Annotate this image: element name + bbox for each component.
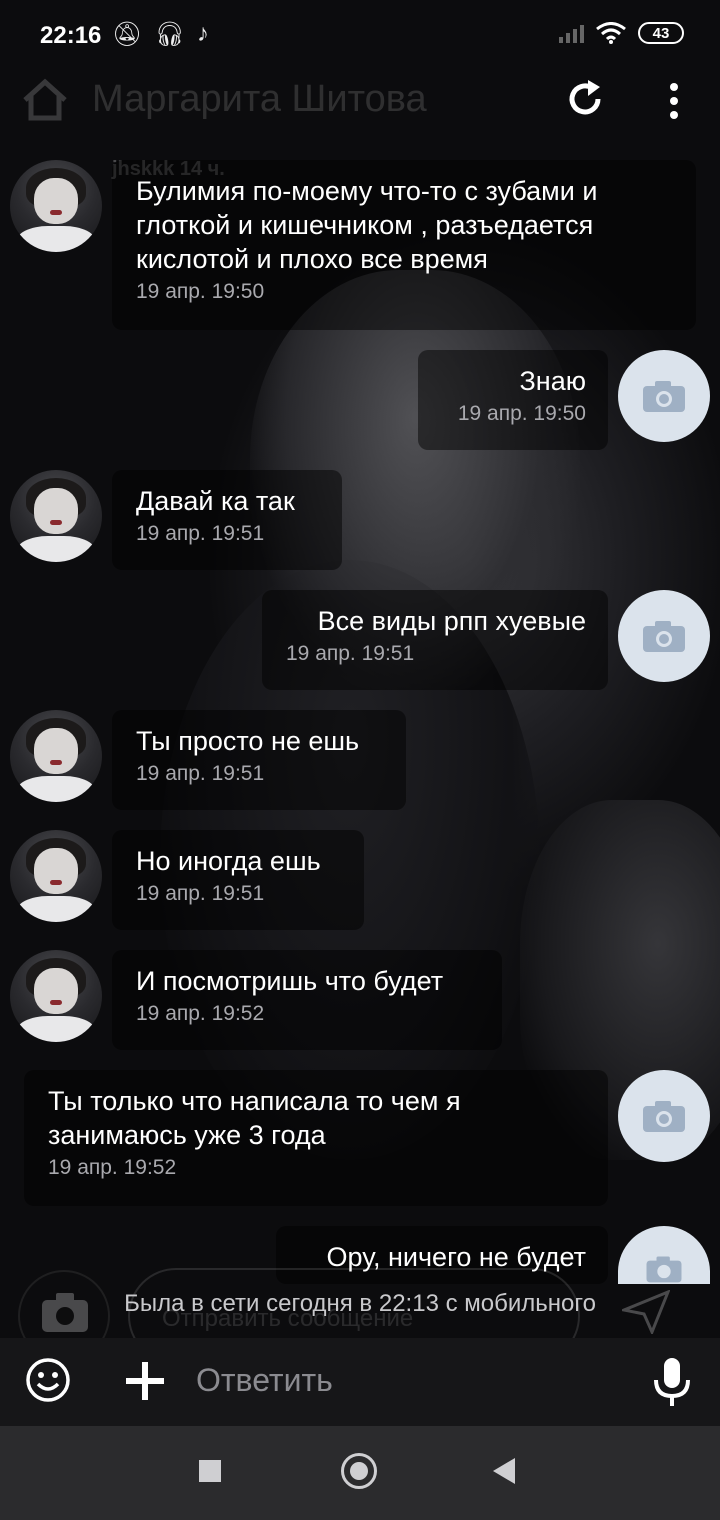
message-bubble-outgoing[interactable]: Ты только что написала то чем я занимаюс… [24, 1070, 608, 1206]
message-bubble-incoming[interactable]: Булимия по-моему что-то с зубами и глотк… [112, 160, 696, 330]
mute-bell-icon: 🔕︎ [112, 21, 143, 48]
message-time: 19 апр. 19:51 [136, 882, 265, 905]
attach-plus-icon[interactable] [124, 1360, 166, 1402]
camera-icon [646, 1256, 682, 1283]
message-time: 19 апр. 19:51 [286, 642, 415, 665]
message-bubble-outgoing[interactable]: Все виды рпп хуевые 19 апр. 19:51 [262, 590, 608, 690]
last-seen-status: Была в сети сегодня в 22:13 с мобильного [124, 1290, 596, 1317]
back-icon[interactable] [493, 1458, 515, 1484]
message-text: И посмотришь что будет [136, 966, 444, 996]
camera-icon [643, 381, 685, 412]
contact-avatar[interactable] [10, 160, 102, 252]
message-text: занимаюсь уже 3 года [48, 1120, 326, 1150]
message-text: Ты только что написала то чем я [48, 1086, 461, 1116]
status-bar: 22:16 🔕︎ 🎧︎ ♪ 43 [0, 0, 720, 70]
system-nav-bar [0, 1426, 720, 1520]
message-time: 19 апр. 19:50 [457, 402, 586, 425]
message-text: Давай ка так [136, 486, 295, 516]
chat-title: Маргарита Шитова [92, 78, 427, 120]
status-time: 22:16 [40, 22, 102, 49]
message-bubble-outgoing[interactable]: Знаю 19 апр. 19:50 [418, 350, 608, 450]
message-text: Знаю [519, 366, 587, 396]
battery-indicator: 43 [638, 22, 684, 44]
message-time: 19 апр. 19:50 [136, 280, 265, 303]
microphone-icon[interactable] [652, 1356, 692, 1408]
contact-avatar[interactable] [10, 710, 102, 802]
headphones-icon: 🎧︎ [154, 21, 185, 48]
user-avatar-placeholder[interactable] [618, 350, 710, 442]
user-avatar-placeholder[interactable] [618, 1070, 710, 1162]
compose-bar: Ответить [0, 1338, 720, 1426]
reply-input[interactable]: Ответить [196, 1362, 333, 1399]
recent-apps-icon[interactable] [199, 1460, 221, 1482]
message-time: 19 апр. 19:51 [136, 762, 265, 785]
message-text: Булимия по-моему что-то с зубами и [136, 176, 598, 206]
message-text: глоткой и кишечником , разъедается [136, 210, 594, 240]
message-text: кислотой и плохо все время [136, 244, 488, 274]
message-bubble-incoming[interactable]: Ты просто не ешь 19 апр. 19:51 [112, 710, 406, 810]
message-text: Ты просто не ешь [136, 726, 360, 756]
more-options-icon[interactable] [663, 80, 685, 120]
message-time: 19 апр. 19:52 [136, 1002, 265, 1025]
contact-avatar[interactable] [10, 950, 102, 1042]
home-icon[interactable] [22, 78, 68, 122]
message-time: 19 апр. 19:51 [136, 522, 265, 545]
message-bubble-incoming[interactable]: Но иногда ешь 19 апр. 19:51 [112, 830, 364, 930]
contact-avatar[interactable] [10, 470, 102, 562]
home-button-icon[interactable] [341, 1453, 377, 1489]
user-avatar-placeholder[interactable] [618, 590, 710, 682]
message-text: Но иногда ешь [136, 846, 321, 876]
contact-avatar[interactable] [10, 830, 102, 922]
refresh-icon[interactable] [564, 78, 606, 120]
music-note-icon: ♪ [196, 20, 209, 47]
camera-icon [643, 621, 685, 652]
emoji-icon[interactable] [25, 1357, 71, 1403]
message-bubble-incoming[interactable]: И посмотришь что будет 19 апр. 19:52 [112, 950, 502, 1050]
chat-header: Маргарита Шитова [0, 70, 720, 130]
message-text: Все виды рпп хуевые [317, 606, 586, 636]
message-bubble-incoming[interactable]: Давай ка так 19 апр. 19:51 [112, 470, 342, 570]
camera-icon [643, 1101, 685, 1132]
wifi-icon [596, 22, 626, 44]
message-time: 19 апр. 19:52 [48, 1156, 177, 1179]
cell-signal-icon [559, 23, 584, 43]
